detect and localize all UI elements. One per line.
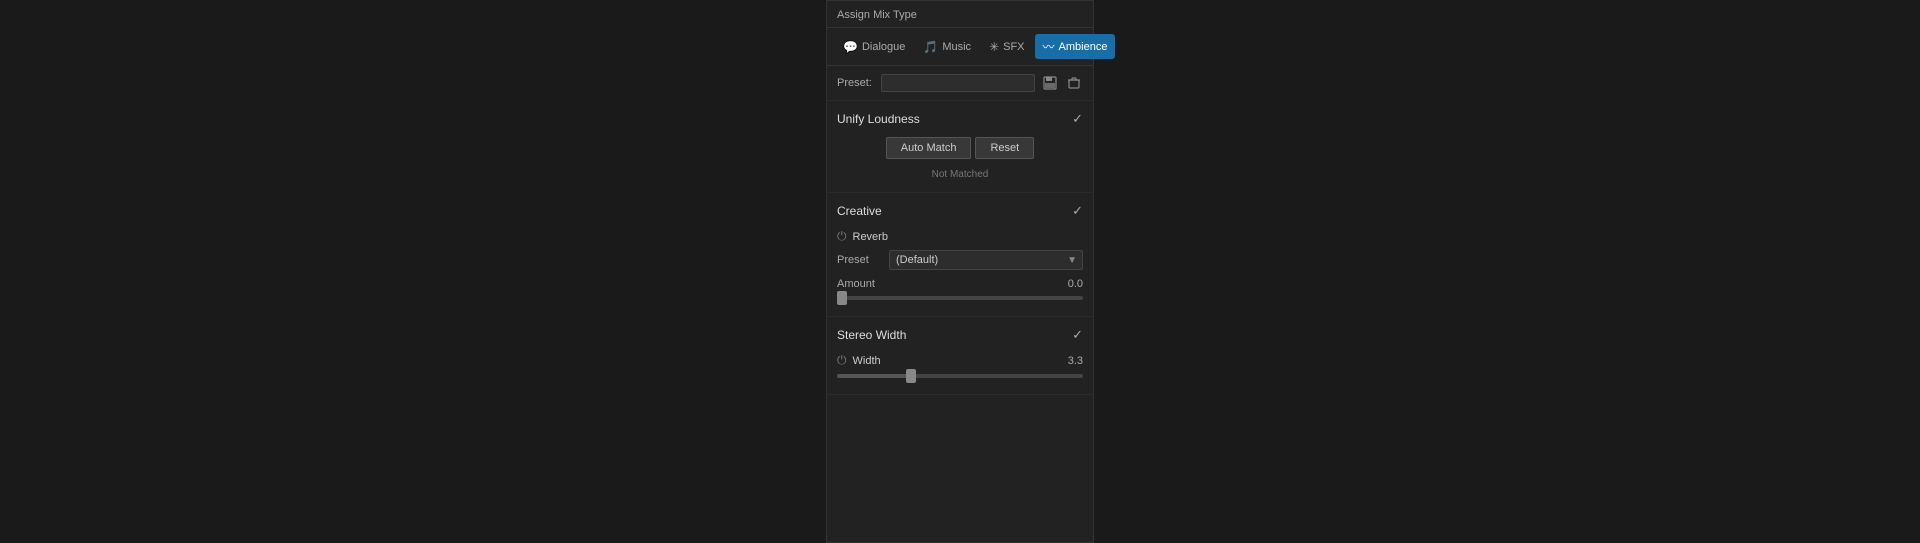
tab-ambience-label: Ambience: [1059, 41, 1108, 53]
preset-label: Preset:: [837, 77, 875, 89]
amount-slider-thumb[interactable]: [837, 291, 847, 305]
creative-check[interactable]: ✓: [1072, 203, 1083, 219]
auto-match-reset-row: Auto Match Reset: [837, 137, 1083, 159]
amount-header: Amount 0.0: [837, 278, 1083, 290]
panel-title: Assign Mix Type: [827, 1, 1093, 28]
match-status: Not Matched: [837, 167, 1083, 182]
stereo-width-section: Stereo Width ✓ ⏻ Width 3.3: [827, 317, 1093, 395]
reverb-power-icon[interactable]: ⏻: [837, 229, 847, 244]
tab-sfx-label: SFX: [1003, 41, 1024, 53]
amount-row: Amount 0.0: [837, 278, 1083, 300]
tab-music-label: Music: [942, 41, 971, 53]
auto-match-button[interactable]: Auto Match: [886, 137, 972, 159]
width-power-icon[interactable]: ⏻: [837, 353, 847, 368]
stereo-width-title: Stereo Width: [837, 328, 906, 342]
unify-loudness-header: Unify Loudness ✓: [837, 111, 1083, 127]
width-value: 3.3: [1068, 355, 1083, 367]
dialogue-icon: 💬: [843, 40, 858, 54]
reverb-preset-label: Preset: [837, 254, 883, 266]
width-slider-thumb[interactable]: [906, 369, 916, 383]
save-preset-button[interactable]: [1041, 74, 1059, 92]
creative-header: Creative ✓: [837, 203, 1083, 219]
reverb-preset-row: Preset (Default) ▼: [837, 250, 1083, 270]
assign-mix-type-panel: Assign Mix Type 💬 Dialogue 🎵 Music ✳ SFX…: [826, 0, 1094, 543]
tab-bar: 💬 Dialogue 🎵 Music ✳ SFX 〰 Ambience: [827, 28, 1093, 66]
sfx-icon: ✳: [989, 40, 999, 54]
stereo-width-check[interactable]: ✓: [1072, 327, 1083, 343]
preset-row: Preset:: [827, 66, 1093, 101]
width-slider-track[interactable]: [837, 374, 1083, 378]
reverb-row: ⏻ Reverb: [837, 229, 1083, 244]
creative-section: Creative ✓ ⏻ Reverb Preset (Default) ▼ A…: [827, 193, 1093, 317]
amount-slider-track[interactable]: [837, 296, 1083, 300]
reverb-preset-wrap: (Default) ▼: [889, 250, 1083, 270]
ambience-icon: 〰: [1043, 38, 1055, 55]
amount-value: 0.0: [1068, 278, 1083, 290]
tab-music[interactable]: 🎵 Music: [915, 34, 979, 59]
trash-icon: [1067, 76, 1081, 90]
save-icon: [1043, 76, 1057, 90]
unify-loudness-title: Unify Loudness: [837, 112, 920, 126]
delete-preset-button[interactable]: [1065, 74, 1083, 92]
music-icon: 🎵: [923, 40, 938, 54]
reverb-preset-select[interactable]: (Default): [889, 250, 1083, 270]
reset-button[interactable]: Reset: [975, 137, 1034, 159]
unify-loudness-check[interactable]: ✓: [1072, 111, 1083, 127]
width-slider-fill: [837, 374, 911, 378]
width-label: Width: [853, 355, 881, 367]
reverb-label: Reverb: [853, 231, 888, 243]
amount-label: Amount: [837, 278, 875, 290]
tab-dialogue-label: Dialogue: [862, 41, 905, 53]
width-row: ⏻ Width 3.3: [837, 353, 1083, 368]
stereo-width-header: Stereo Width ✓: [837, 327, 1083, 343]
tab-sfx[interactable]: ✳ SFX: [981, 34, 1032, 59]
creative-title: Creative: [837, 204, 882, 218]
preset-select[interactable]: [881, 74, 1035, 92]
tab-ambience[interactable]: 〰 Ambience: [1035, 34, 1116, 59]
tab-dialogue[interactable]: 💬 Dialogue: [835, 34, 913, 59]
unify-loudness-section: Unify Loudness ✓ Auto Match Reset Not Ma…: [827, 101, 1093, 193]
